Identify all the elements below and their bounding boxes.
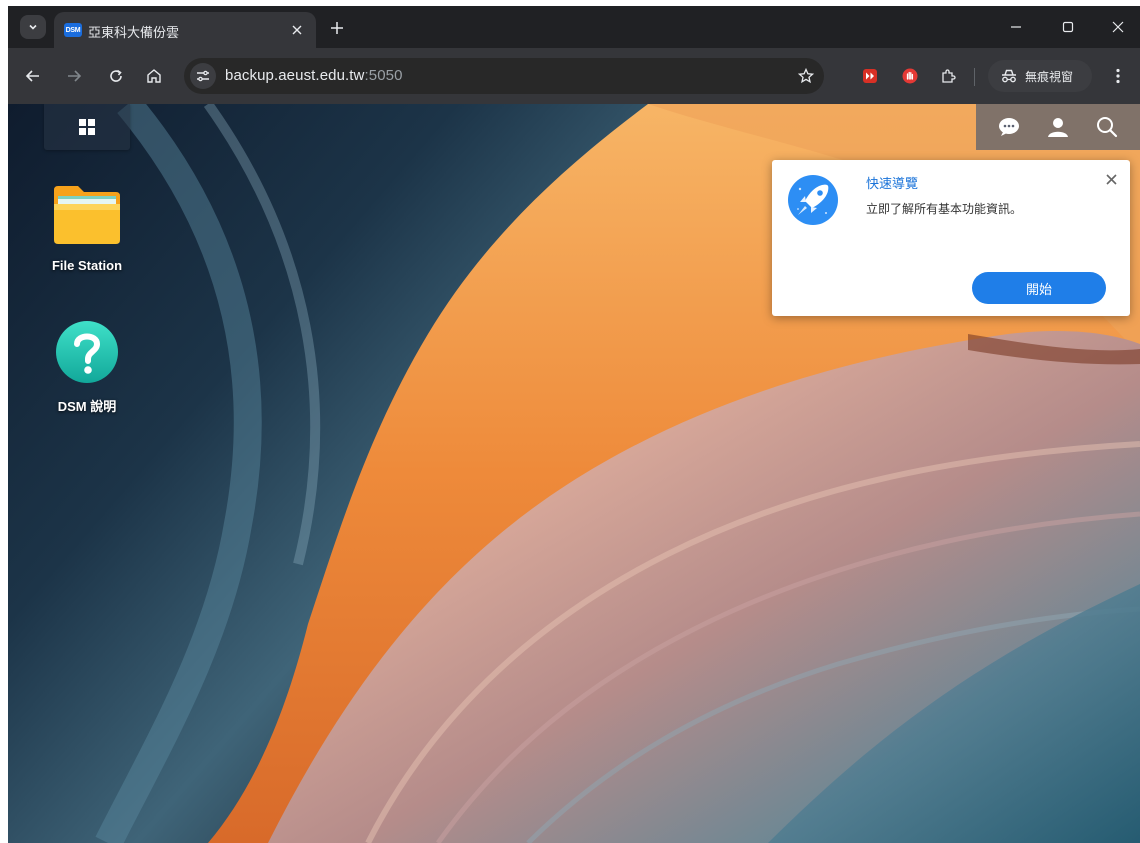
incognito-label: 無痕視窗: [1025, 69, 1074, 84]
quick-tour-notification: 快速導覽 立即了解所有基本功能資訊。 開始: [772, 160, 1130, 316]
minimize-button[interactable]: [1002, 14, 1030, 40]
url-host: backup.aeust.edu.tw: [225, 67, 365, 84]
browser-toolbar: backup.aeust.edu.tw:5050 無痕視窗: [8, 48, 1140, 104]
star-icon: [798, 68, 814, 84]
tab-strip: DSM 亞東科大備份雲: [8, 6, 1140, 48]
more-vert-icon: [1116, 68, 1120, 84]
dsm-help-app[interactable]: DSM 說明: [32, 320, 142, 415]
incognito-badge[interactable]: 無痕視窗: [988, 60, 1092, 92]
url-text[interactable]: backup.aeust.edu.tw:5050: [225, 67, 403, 84]
incognito-icon: [1002, 69, 1016, 83]
site-info-icon: [197, 70, 209, 82]
dsm-favicon-icon: DSM: [64, 23, 82, 37]
app-label: DSM 說明: [57, 399, 117, 414]
notification-description: 立即了解所有基本功能資訊。: [866, 202, 1023, 216]
rocket-icon: [788, 175, 838, 225]
main-menu-button[interactable]: [44, 104, 130, 150]
system-tray: [976, 104, 1140, 150]
search-icon: [1097, 117, 1118, 138]
chat-icon: [998, 118, 1019, 136]
start-tour-button[interactable]: 開始: [972, 272, 1106, 304]
user-menu-button[interactable]: [1044, 113, 1072, 141]
tab-title: 亞東科大備份雲: [88, 25, 180, 40]
notification-close-button[interactable]: [1102, 170, 1120, 188]
extension-red-button[interactable]: [860, 66, 880, 86]
forward-button[interactable]: [62, 64, 86, 88]
app-label: File Station: [51, 258, 123, 273]
address-bar[interactable]: backup.aeust.edu.tw:5050: [184, 58, 824, 94]
extension-hand-button[interactable]: [900, 66, 920, 86]
tab-search-button[interactable]: [20, 15, 46, 39]
browser-tab[interactable]: DSM 亞東科大備份雲: [54, 12, 316, 48]
chevron-down-icon: [29, 24, 37, 30]
extension-icon: [942, 69, 956, 83]
maximize-icon: [1062, 21, 1074, 33]
reload-button[interactable]: [104, 64, 128, 88]
minimize-icon: [1011, 26, 1021, 28]
home-button[interactable]: [142, 64, 166, 88]
user-icon: [1047, 118, 1068, 137]
url-port: :5050: [364, 67, 403, 84]
search-button[interactable]: [1093, 113, 1121, 141]
help-icon: [56, 321, 118, 383]
back-button[interactable]: [21, 64, 45, 88]
toolbar-separator: [974, 68, 975, 86]
notifications-button[interactable]: [995, 113, 1023, 141]
window-close-button[interactable]: [1104, 14, 1132, 40]
back-icon: [25, 70, 39, 82]
extensions-button[interactable]: [938, 66, 958, 86]
home-icon: [147, 69, 161, 83]
grid-menu-icon: [79, 119, 95, 135]
file-station-app[interactable]: File Station: [32, 184, 142, 273]
maximize-button[interactable]: [1054, 14, 1082, 40]
reload-icon: [110, 69, 122, 82]
new-tab-button[interactable]: [326, 17, 348, 39]
close-icon: [1112, 21, 1124, 33]
close-icon: [1105, 173, 1117, 185]
browser-window: DSM 亞東科大備份雲 backup.aeust.edu.tw:5050 無痕視…: [8, 6, 1140, 843]
plus-icon: [331, 22, 343, 34]
folder-icon: [54, 186, 120, 244]
bookmark-button[interactable]: [794, 64, 818, 88]
stop-hand-icon: [902, 68, 918, 84]
site-info-button[interactable]: [190, 63, 216, 89]
tab-close-button[interactable]: [288, 21, 306, 39]
forward-icon: [68, 70, 82, 82]
browser-menu-button[interactable]: [1108, 64, 1128, 88]
close-icon: [292, 25, 302, 35]
notification-title: 快速導覽: [866, 176, 919, 191]
media-extension-icon: [863, 69, 877, 83]
dsm-desktop[interactable]: File Station DSM 說明 快速導覽 立即了解所有基本功能資訊。 開…: [8, 104, 1140, 843]
